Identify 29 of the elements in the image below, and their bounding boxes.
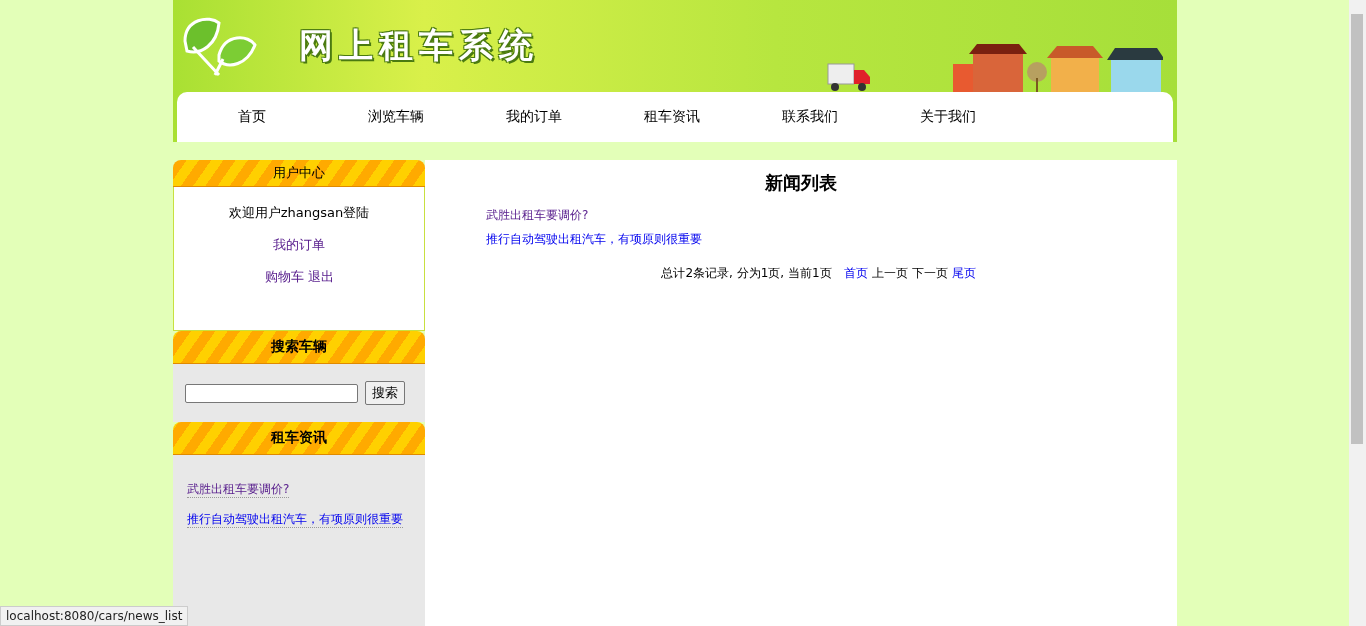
page-link[interactable]: 尾页 xyxy=(951,265,976,282)
panel-header: 用户中心 xyxy=(173,160,425,187)
nav-link[interactable]: 首页 xyxy=(177,108,327,126)
news-list-title: 新闻列表 xyxy=(765,171,837,195)
pagination-text: 上一页 xyxy=(871,265,908,282)
panel-header: 租车资讯 xyxy=(173,422,425,455)
nav-link[interactable]: 租车资讯 xyxy=(603,108,741,126)
scrollbar[interactable] xyxy=(1349,0,1366,626)
news-link[interactable]: 武胜出租车要调价? xyxy=(486,208,589,222)
truck-icon xyxy=(827,62,871,92)
user-link[interactable]: 购物车 xyxy=(264,268,304,286)
welcome-text: 欢迎用户zhangsan登陆 xyxy=(228,204,370,222)
news-link[interactable]: 武胜出租车要调价? xyxy=(187,482,290,498)
nav-link[interactable]: 我的订单 xyxy=(465,108,603,126)
user-link[interactable]: 退出 xyxy=(307,268,334,286)
status-url: localhost:8080/cars/news_list xyxy=(0,606,189,626)
panel-header: 搜索车辆 xyxy=(173,331,425,364)
nav-link[interactable]: 浏览车辆 xyxy=(327,108,465,126)
nav-link[interactable]: 关于我们 xyxy=(879,108,1017,126)
news-link[interactable]: 推行自动驾驶出租汽车，有项原则很重要 xyxy=(187,512,403,528)
nav-link[interactable]: 联系我们 xyxy=(741,108,879,126)
search-button[interactable]: 搜索 xyxy=(365,381,405,405)
user-link[interactable]: 我的订单 xyxy=(273,236,325,254)
search-field[interactable] xyxy=(185,383,358,403)
pagination-text: 下一页 xyxy=(911,265,948,282)
site-title: 网上租车系统 xyxy=(299,24,539,67)
page-link[interactable]: 首页 xyxy=(843,265,868,282)
pagination-text: 总计2条记录, 分为1页, 当前1页 xyxy=(661,265,832,282)
news-link[interactable]: 推行自动驾驶出租汽车，有项原则很重要 xyxy=(486,232,702,246)
